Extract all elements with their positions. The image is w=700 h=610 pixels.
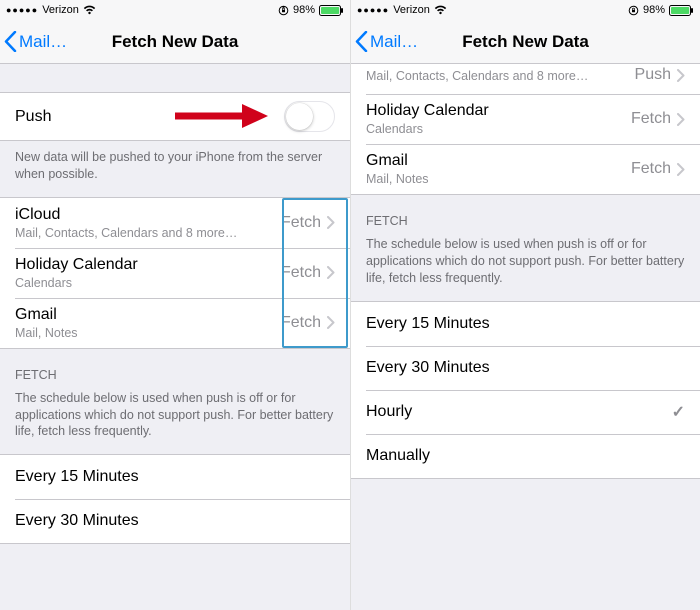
account-row-gmail[interactable]: Gmail Mail, Notes Fetch	[0, 298, 350, 348]
content-scroll[interactable]: Mail, Contacts, Calendars and 8 more… Pu…	[351, 64, 700, 610]
status-bar: ●●●●● Verizon 98% 2:35 PM	[351, 0, 700, 20]
schedule-label: Every 30 Minutes	[15, 512, 139, 530]
status-bar: ●●●●● Verizon 98% 2:37 PM	[0, 0, 350, 20]
battery-icon	[669, 5, 694, 16]
chevron-right-icon	[677, 69, 685, 82]
schedule-label: Every 30 Minutes	[366, 359, 490, 377]
account-subtitle: Mail, Contacts, Calendars and 8 more…	[366, 69, 635, 83]
page-title: Fetch New Data	[0, 32, 350, 52]
push-label: Push	[15, 108, 284, 126]
battery-icon	[319, 5, 344, 16]
page-title: Fetch New Data	[351, 32, 700, 52]
battery-percent: 98%	[643, 4, 665, 16]
screen-left: ●●●●● Verizon 98% 2:37 PM	[0, 0, 350, 610]
signal-dots-icon: ●●●●●	[6, 6, 38, 15]
schedule-row[interactable]: Every 30 Minutes	[351, 346, 700, 390]
accounts-group: iCloud Mail, Contacts, Calendars and 8 m…	[0, 197, 350, 349]
schedule-row[interactable]: Every 30 Minutes	[0, 499, 350, 543]
screen-right: ●●●●● Verizon 98% 2:35 PM	[350, 0, 700, 610]
account-title: Gmail	[366, 152, 631, 170]
chevron-right-icon	[327, 316, 335, 329]
content-scroll[interactable]: Push New data will be pushed to your iPh…	[0, 64, 350, 610]
chevron-right-icon	[677, 113, 685, 126]
fetch-section-header: FETCH	[351, 195, 700, 236]
account-mode: Push	[635, 66, 671, 84]
schedule-label: Hourly	[366, 403, 412, 421]
account-subtitle: Mail, Notes	[15, 326, 281, 340]
account-title: Holiday Calendar	[366, 102, 631, 120]
account-subtitle: Mail, Contacts, Calendars and 8 more…	[15, 226, 281, 240]
chevron-right-icon	[327, 266, 335, 279]
carrier-label: Verizon	[393, 4, 430, 16]
account-subtitle: Mail, Notes	[366, 172, 631, 186]
schedule-group: Every 15 Minutes Every 30 Minutes	[0, 454, 350, 544]
schedule-label: Manually	[366, 447, 430, 465]
account-mode: Fetch	[281, 314, 321, 332]
account-mode: Fetch	[281, 264, 321, 282]
push-row[interactable]: Push	[0, 93, 350, 140]
schedule-row[interactable]: Manually	[351, 434, 700, 478]
push-group: Push	[0, 92, 350, 141]
battery-percent: 98%	[293, 4, 315, 16]
schedule-row[interactable]: Every 15 Minutes	[351, 302, 700, 346]
schedule-label: Every 15 Minutes	[366, 315, 490, 333]
fetch-section-footer: The schedule below is used when push is …	[0, 390, 350, 455]
account-subtitle: Calendars	[366, 122, 631, 136]
navigation-bar: Mail… Fetch New Data	[0, 20, 350, 64]
checkmark-icon: ✓	[672, 402, 685, 422]
accounts-group: Mail, Contacts, Calendars and 8 more… Pu…	[351, 64, 700, 195]
signal-dots-icon: ●●●●●	[357, 6, 389, 15]
account-row-gmail[interactable]: Gmail Mail, Notes Fetch	[351, 144, 700, 194]
account-row-icloud[interactable]: iCloud Mail, Contacts, Calendars and 8 m…	[0, 198, 350, 248]
orientation-lock-icon	[278, 5, 289, 16]
orientation-lock-icon	[628, 5, 639, 16]
navigation-bar: Mail… Fetch New Data	[351, 20, 700, 64]
push-footer: New data will be pushed to your iPhone f…	[0, 141, 350, 197]
schedule-group: Every 15 Minutes Every 30 Minutes Hourly…	[351, 301, 700, 479]
carrier-label: Verizon	[42, 4, 79, 16]
account-row-partial[interactable]: Mail, Contacts, Calendars and 8 more… Pu…	[351, 64, 700, 94]
push-toggle[interactable]	[284, 101, 335, 132]
wifi-icon	[434, 5, 447, 15]
chevron-right-icon	[677, 163, 685, 176]
account-mode: Fetch	[281, 214, 321, 232]
account-title: Holiday Calendar	[15, 256, 281, 274]
fetch-section-header: FETCH	[0, 349, 350, 390]
account-mode: Fetch	[631, 110, 671, 128]
schedule-label: Every 15 Minutes	[15, 468, 139, 486]
account-title: Gmail	[15, 306, 281, 324]
wifi-icon	[83, 5, 96, 15]
account-row-holiday[interactable]: Holiday Calendar Calendars Fetch	[0, 248, 350, 298]
account-row-holiday[interactable]: Holiday Calendar Calendars Fetch	[351, 94, 700, 144]
schedule-row-selected[interactable]: Hourly ✓	[351, 390, 700, 434]
chevron-right-icon	[327, 216, 335, 229]
account-title: iCloud	[15, 206, 281, 224]
fetch-section-footer: The schedule below is used when push is …	[351, 236, 700, 301]
account-subtitle: Calendars	[15, 276, 281, 290]
schedule-row[interactable]: Every 15 Minutes	[0, 455, 350, 499]
account-mode: Fetch	[631, 160, 671, 178]
